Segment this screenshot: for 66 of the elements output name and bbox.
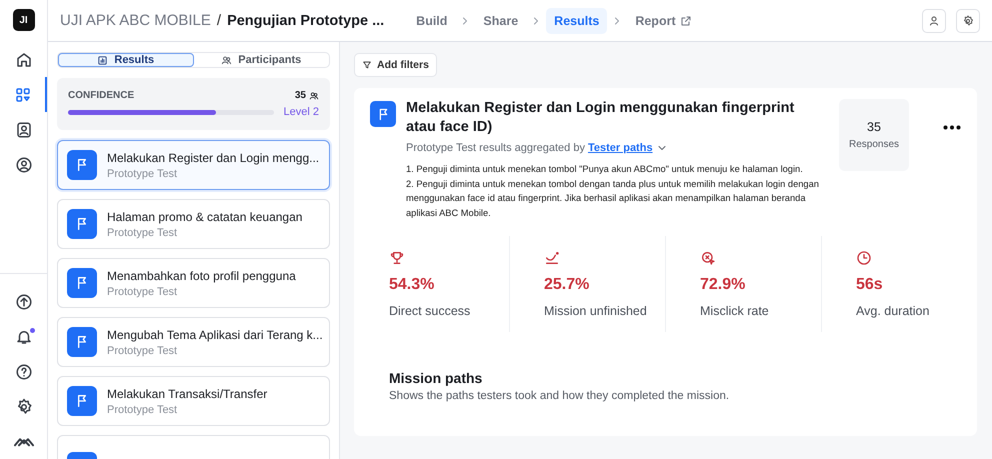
task-type: Prototype Test [107, 286, 178, 298]
breadcrumb-separator: / [216, 12, 222, 29]
task-card[interactable]: Halaman promo & catatan keuangan Prototype Test [57, 199, 330, 249]
instruction-text: 2. Penguji diminta untuk menekan tombol dengan tanda plus untuk memilih melakukan login dengan menggunakan face id atau fingerprint. Jika berhasil aplikasi akan menampilkan halaman beranda aplikasi ABC Mobile. [406, 178, 820, 220]
participant-count: 35 [294, 90, 306, 101]
task-card[interactable]: Melakukan Transaksi/Transfer Prototype Test [57, 376, 330, 426]
stat-value: 25.7% [544, 276, 590, 294]
user-circle-icon [14, 156, 32, 174]
grid-icon [14, 86, 32, 104]
task-title: Mengubah Tema Aplikasi dari Terang k... [107, 328, 323, 342]
project-name[interactable]: UJI APK ABC MOBILE [60, 12, 211, 29]
chart-icon [97, 54, 108, 66]
stat-value: 54.3% [389, 276, 436, 294]
profile-button[interactable] [922, 8, 946, 32]
task-title: Menambahkan foto profil pengguna [107, 268, 296, 282]
cursor-target-icon [700, 250, 716, 266]
stat-label: Direct success [389, 304, 472, 318]
stat-label: Mission unfinished [544, 304, 648, 318]
upload-icon [14, 292, 32, 310]
instruction-text: 1. Penguji diminta untuk menekan tombol "Punya akun ABCmo" untuk menuju ke halaman login. [406, 163, 804, 176]
task-title: Melakukan Register dan Login mengg... [107, 150, 320, 164]
stat-label: Misclick rate [700, 304, 770, 318]
settings-button[interactable] [956, 8, 980, 32]
task-type: Prototype Test [107, 168, 178, 180]
settings-icon [962, 14, 974, 26]
section-description: Shows the paths testers took and how they completed the mission. [389, 390, 730, 402]
task-card[interactable]: Menambahkan foto profil pengguna Prototype Test [57, 258, 330, 308]
responses-count: 35 [867, 120, 881, 134]
aggregation-text: Prototype Test results aggregated by [406, 142, 585, 154]
curve-icon [544, 250, 560, 266]
confidence-level: Level 2 [284, 106, 319, 118]
task-type: Prototype Test [107, 344, 178, 356]
clock-icon [856, 250, 872, 266]
task-type: Prototype Test [107, 404, 178, 416]
person-icon [928, 14, 940, 26]
add-filters-button[interactable]: Add filters [354, 53, 437, 77]
task-title: Halaman promo & catatan keuangan [107, 210, 302, 224]
step-tab[interactable]: Report [627, 8, 700, 34]
step-tab[interactable]: Share [475, 8, 526, 34]
responses-label: Responses [848, 139, 900, 150]
section-title: Mission paths [389, 370, 484, 386]
task-title: Melakukan Register dan Login menggunakan fingerprint atau face ID) [406, 99, 796, 137]
tester-paths-link[interactable]: Tester paths [588, 142, 653, 154]
more-options-icon[interactable] [943, 125, 961, 130]
help-icon [14, 362, 32, 380]
stat-value: 56s [856, 276, 884, 294]
view-tab[interactable]: Participants [194, 53, 329, 67]
logo[interactable]: JI [12, 9, 34, 31]
external-link-icon [680, 14, 692, 26]
confidence-label: CONFIDENCE [68, 90, 134, 101]
filter-icon [362, 60, 372, 70]
task-title: Melakukan Transaksi/Transfer [107, 386, 268, 400]
test-title: Pengujian Prototype ... [227, 12, 384, 28]
stat-label: Avg. duration [856, 304, 930, 318]
step-tab[interactable]: Build [408, 8, 456, 34]
step-tab[interactable]: Results [546, 8, 608, 34]
view-tab[interactable]: Results [58, 53, 194, 67]
task-card[interactable]: Melakukan Register dan Login mengg... Prototype Test [57, 140, 330, 190]
people-icon [221, 54, 232, 66]
home-icon [14, 50, 32, 68]
task-card[interactable]: Mengubah Tema Aplikasi dari Terang k... Prototype Test [57, 317, 330, 367]
stat-value: 72.9% [700, 276, 746, 294]
contact-card-icon [14, 120, 32, 138]
people-icon [309, 90, 319, 100]
task-type: Prototype Test [107, 226, 178, 238]
trophy-icon [389, 250, 405, 266]
